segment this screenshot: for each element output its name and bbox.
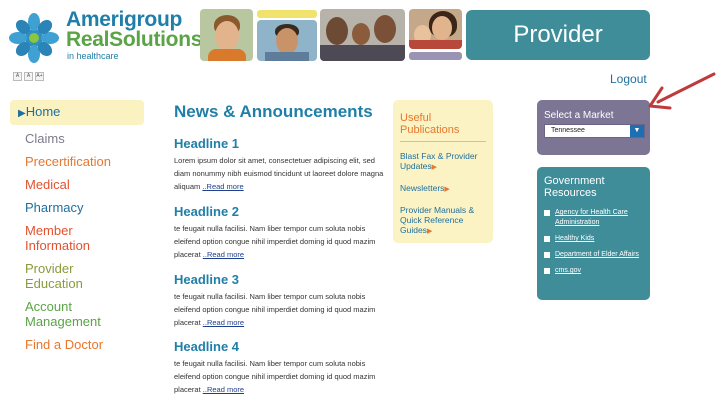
news-item: Headline 1 Lorem ipsum dolor sit amet, c… xyxy=(174,136,384,193)
arrow-right-icon: ▶ xyxy=(426,228,433,235)
market-dropdown[interactable]: Tennessee ▼ xyxy=(544,124,645,138)
news-summary: te feugait nulla facilisi. Nam liber tem… xyxy=(174,290,384,329)
photo-mother-daughter xyxy=(409,9,462,49)
gov-link-healthy-kids[interactable]: Healthy Kids xyxy=(555,234,594,244)
read-more-link[interactable]: ..Read more xyxy=(203,250,244,259)
government-resources-panel: Government Resources Agency for Health C… xyxy=(537,167,650,300)
publication-link-label: Provider Manuals & Quick Reference Guide… xyxy=(400,205,475,235)
purple-accent-strip xyxy=(409,52,462,60)
government-resources-title: Government Resources xyxy=(544,175,605,199)
news-summary: Lorem ipsum dolor sit amet, consectetuer… xyxy=(174,154,384,193)
news-item: Headline 3 te feugait nulla facilisi. Na… xyxy=(174,272,384,329)
news-headline-link[interactable]: Headline 4 xyxy=(174,339,384,354)
bullet-square-icon xyxy=(544,252,550,258)
text-size-small-button[interactable]: A xyxy=(13,72,22,81)
amerigroup-logo[interactable]: Amerigroup RealSolutions in healthcare xyxy=(8,8,202,64)
nav-item-account-management[interactable]: Account Management xyxy=(10,299,110,329)
read-more-link[interactable]: ..Read more xyxy=(203,385,244,394)
news-item: Headline 4 te feugait nulla facilisi. Na… xyxy=(174,339,384,395)
publication-link-newsletters[interactable]: Newsletters▶ xyxy=(400,183,486,195)
nav-item-member-information[interactable]: Member Information xyxy=(10,223,110,253)
photo-child xyxy=(200,9,253,61)
nav-item-find-a-doctor[interactable]: Find a Doctor xyxy=(10,337,144,352)
publications-title: Useful Publications xyxy=(400,112,486,142)
select-market-panel: Select a Market Tennessee ▼ xyxy=(537,100,650,155)
gov-link-ahca[interactable]: Agency for Health Care Administration xyxy=(555,208,643,228)
flower-logo-icon xyxy=(9,13,59,63)
gov-link-elder-affairs[interactable]: Department of Elder Affairs xyxy=(555,250,639,260)
photo-boy xyxy=(257,20,317,61)
gov-resource-item: Agency for Health Care Administration xyxy=(544,208,643,228)
publication-link-label: Newsletters xyxy=(400,183,445,193)
logo-tagline-text: in healthcare xyxy=(67,51,119,61)
news-item: Headline 2 te feugait nulla facilisi. Na… xyxy=(174,204,384,261)
yellow-accent-strip xyxy=(257,10,317,18)
current-page-arrow-icon: ▶ xyxy=(18,108,26,119)
news-headline-link[interactable]: Headline 2 xyxy=(174,204,384,219)
annotation-arrow-icon xyxy=(648,72,716,110)
useful-publications-panel: Useful Publications Blast Fax & Provider… xyxy=(393,100,493,243)
select-market-label: Select a Market xyxy=(544,110,614,121)
read-more-link[interactable]: ..Read more xyxy=(203,318,244,327)
bullet-square-icon xyxy=(544,210,550,216)
nav-item-precertification[interactable]: Precertification xyxy=(10,154,144,169)
left-navigation: ▶Home Claims Precertification Medical Ph… xyxy=(10,100,144,360)
news-headline-link[interactable]: Headline 3 xyxy=(174,272,384,287)
nav-item-provider-education[interactable]: Provider Education xyxy=(10,261,110,291)
nav-item-home[interactable]: ▶Home xyxy=(10,100,144,125)
nav-item-label: Home xyxy=(25,104,61,119)
photo-family xyxy=(320,9,405,61)
market-selected-value: Tennessee xyxy=(551,127,585,134)
provider-banner: Provider xyxy=(466,10,650,60)
nav-item-claims[interactable]: Claims xyxy=(10,131,144,146)
read-more-link[interactable]: ..Read more xyxy=(202,182,243,191)
gov-resource-item: Healthy Kids xyxy=(544,234,643,244)
arrow-right-icon: ▶ xyxy=(431,164,438,171)
text-size-controls: A A A+ xyxy=(13,72,44,81)
nav-item-pharmacy[interactable]: Pharmacy xyxy=(10,200,144,215)
publication-link-label: Blast Fax & Provider Updates xyxy=(400,151,478,171)
gov-resource-item: Department of Elder Affairs xyxy=(544,250,643,260)
news-summary: te feugait nulla facilisi. Nam liber tem… xyxy=(174,357,384,395)
logo-realsolutions-text: RealSolutions xyxy=(66,28,203,51)
gov-link-cms[interactable]: cms.gov xyxy=(555,266,581,276)
text-size-medium-button[interactable]: A xyxy=(24,72,33,81)
news-summary: te feugait nulla facilisi. Nam liber tem… xyxy=(174,222,384,261)
nav-item-medical[interactable]: Medical xyxy=(10,177,144,192)
bullet-square-icon xyxy=(544,268,550,274)
publication-link-blast-fax[interactable]: Blast Fax & Provider Updates▶ xyxy=(400,151,486,173)
bullet-square-icon xyxy=(544,236,550,242)
publication-link-provider-manuals[interactable]: Provider Manuals & Quick Reference Guide… xyxy=(400,205,486,237)
arrow-right-icon: ▶ xyxy=(444,186,450,193)
chevron-down-icon[interactable]: ▼ xyxy=(630,125,644,137)
news-headline-link[interactable]: Headline 1 xyxy=(174,136,384,151)
news-section-title: News & Announcements xyxy=(174,102,373,121)
gov-resource-item: cms.gov xyxy=(544,266,643,276)
text-size-large-button[interactable]: A+ xyxy=(35,72,44,81)
